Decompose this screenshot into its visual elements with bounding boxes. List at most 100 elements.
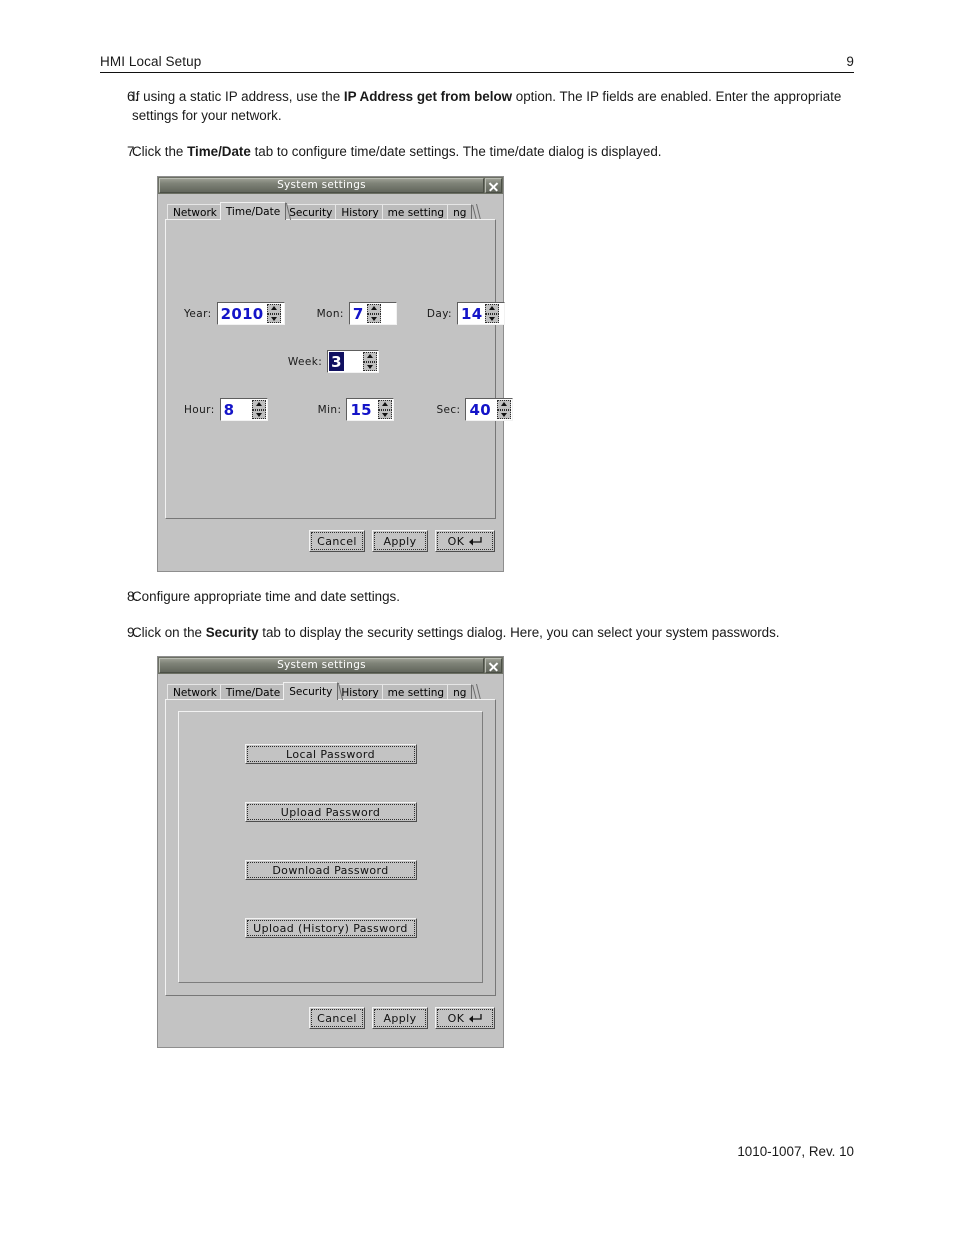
download-password-button[interactable]: Download Password xyxy=(244,860,417,880)
tab-network[interactable]: Network xyxy=(167,684,228,700)
day-spinner[interactable]: 14 xyxy=(456,302,505,325)
spinner-up-arrow-icon[interactable] xyxy=(485,304,500,314)
spinner-up-arrow-icon[interactable] xyxy=(378,400,393,410)
tab-strip: Network Time/Date Security History me se… xyxy=(165,202,496,220)
spinner-up-arrow-icon[interactable] xyxy=(497,400,512,410)
spinner-down-arrow-icon[interactable] xyxy=(485,313,500,323)
hour-field[interactable]: Hour: 8 xyxy=(184,398,268,421)
spinner-up-arrow-icon[interactable] xyxy=(266,304,281,314)
step-number: 7. xyxy=(127,144,139,160)
week-value[interactable]: 3 xyxy=(329,352,344,371)
minute-spinner-buttons[interactable] xyxy=(378,400,393,419)
week-field-row: Week: 3 xyxy=(166,350,495,373)
tab-label: History xyxy=(341,687,379,699)
month-value[interactable]: 7 xyxy=(349,303,367,324)
year-value[interactable]: 2010 xyxy=(217,303,267,324)
tab-time-setting[interactable]: me setting xyxy=(381,684,455,700)
tab-time-setting[interactable]: me setting xyxy=(381,204,455,220)
minute-spinner[interactable]: 15 xyxy=(346,398,395,421)
spinner-down-arrow-icon[interactable] xyxy=(363,361,378,371)
spinner-up-arrow-icon[interactable] xyxy=(251,400,266,410)
day-spinner-buttons[interactable] xyxy=(485,304,500,323)
spinner-up-arrow-icon[interactable] xyxy=(363,352,378,362)
year-spinner-buttons[interactable] xyxy=(266,304,281,323)
step-text: Click the Time/Date tab to configure tim… xyxy=(132,143,860,162)
week-spinner-buttons[interactable] xyxy=(363,352,378,371)
time-field-row: Hour: 8 Min: 15 Sec: 40 xyxy=(166,398,514,421)
minute-label: Min: xyxy=(317,403,342,416)
upload-password-button[interactable]: Upload Password xyxy=(244,802,417,822)
close-x-icon[interactable] xyxy=(485,658,502,673)
ok-button-label: OK xyxy=(447,1011,465,1025)
step-text-before: Click the xyxy=(132,144,188,160)
system-settings-dialog-time-date[interactable]: System settings Network Time/Date Securi… xyxy=(157,176,514,572)
apply-button[interactable]: Apply xyxy=(372,530,428,552)
spinner-up-arrow-icon[interactable] xyxy=(366,304,381,314)
spinner-down-arrow-icon[interactable] xyxy=(251,409,266,419)
tab-security[interactable]: Security xyxy=(283,682,344,700)
cancel-button[interactable]: Cancel xyxy=(309,530,365,552)
day-value[interactable]: 14 xyxy=(457,303,486,324)
step-text-bold: Time/Date xyxy=(187,144,251,160)
spinner-down-arrow-icon[interactable] xyxy=(497,409,512,419)
minute-value[interactable]: 15 xyxy=(347,399,375,420)
enter-key-icon xyxy=(468,536,482,547)
apply-button[interactable]: Apply xyxy=(372,1007,428,1029)
week-field[interactable]: Week: 3 xyxy=(287,350,380,373)
tab-security[interactable]: Security xyxy=(283,204,344,220)
step-text-after: tab to configure time/date settings. The… xyxy=(250,144,662,160)
local-password-button[interactable]: Local Password xyxy=(244,744,417,764)
ok-button[interactable]: OK xyxy=(435,530,495,552)
tab-network[interactable]: Network xyxy=(167,204,228,220)
hour-spinner[interactable]: 8 xyxy=(219,398,268,421)
day-field[interactable]: Day: 14 xyxy=(427,302,505,325)
download-password-row: Download Password xyxy=(179,860,482,880)
tab-time-date[interactable]: Time/Date xyxy=(219,684,292,700)
close-x-icon[interactable] xyxy=(485,178,502,193)
month-spinner[interactable]: 7 xyxy=(348,302,397,325)
year-field[interactable]: Year: 2010 xyxy=(184,302,285,325)
minute-field[interactable]: Min: 15 xyxy=(318,398,395,421)
system-settings-dialog-security[interactable]: System settings Network Time/Date Securi… xyxy=(157,656,504,1048)
spinner-down-arrow-icon[interactable] xyxy=(266,313,281,323)
week-label: Week: xyxy=(287,355,323,368)
upload-history-password-button[interactable]: Upload (History) Password xyxy=(244,918,417,938)
tab-label: Time/Date xyxy=(225,687,281,699)
spinner-down-arrow-icon[interactable] xyxy=(366,313,381,323)
month-field[interactable]: Mon: 7 xyxy=(317,302,397,325)
year-spinner[interactable]: 2010 xyxy=(216,302,285,325)
dialog-title: System settings xyxy=(277,659,366,672)
second-spinner-buttons[interactable] xyxy=(497,400,512,419)
second-label: Sec: xyxy=(436,403,461,416)
tab-label: me setting xyxy=(387,687,445,699)
spinner-down-arrow-icon[interactable] xyxy=(378,409,393,419)
second-field[interactable]: Sec: 40 xyxy=(436,398,514,421)
tab-label: History xyxy=(341,207,379,219)
upload-password-row: Upload Password xyxy=(179,802,482,822)
dialog-titlebar-main: System settings xyxy=(159,658,484,673)
hour-spinner-buttons[interactable] xyxy=(251,400,266,419)
document-footer: 1010-1007, Rev. 10 xyxy=(737,1144,854,1159)
tab-label: Network xyxy=(173,207,217,219)
tab-history[interactable]: History xyxy=(335,204,390,220)
step-text-before: If using a static IP address, use the xyxy=(132,89,344,104)
tab-label: Network xyxy=(173,687,217,699)
second-value[interactable]: 40 xyxy=(466,399,494,420)
tab-strip-tail xyxy=(467,204,482,220)
hour-label: Hour: xyxy=(184,403,215,416)
dialog-titlebar: System settings xyxy=(158,657,503,674)
month-label: Mon: xyxy=(316,307,344,320)
step-text: If using a static IP address, use the IP… xyxy=(132,88,860,125)
hour-value[interactable]: 8 xyxy=(220,399,238,420)
step-text-bold: Security xyxy=(205,625,259,640)
cancel-button-label: Cancel xyxy=(311,532,363,550)
tab-label: ng xyxy=(453,207,467,219)
tab-strip-tail xyxy=(467,684,482,700)
dialog-body: Network Time/Date Security History me se… xyxy=(158,674,503,1047)
tab-time-date[interactable]: Time/Date xyxy=(219,202,292,220)
second-spinner[interactable]: 40 xyxy=(465,398,514,421)
week-spinner[interactable]: 3 xyxy=(327,350,380,373)
month-spinner-buttons[interactable] xyxy=(366,304,381,323)
ok-button[interactable]: OK xyxy=(435,1007,495,1029)
cancel-button[interactable]: Cancel xyxy=(309,1007,365,1029)
